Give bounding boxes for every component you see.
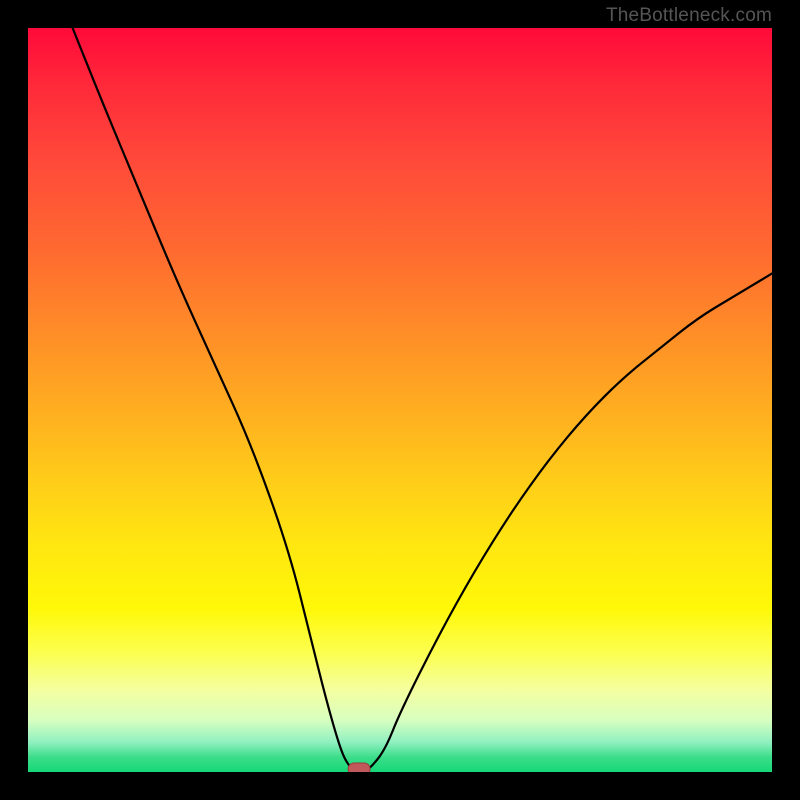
watermark-label: TheBottleneck.com <box>606 5 772 27</box>
chart-frame: TheBottleneck.com <box>0 0 800 800</box>
bottleneck-curve <box>28 28 772 772</box>
plot-area <box>28 28 772 772</box>
optimum-marker <box>348 763 370 772</box>
